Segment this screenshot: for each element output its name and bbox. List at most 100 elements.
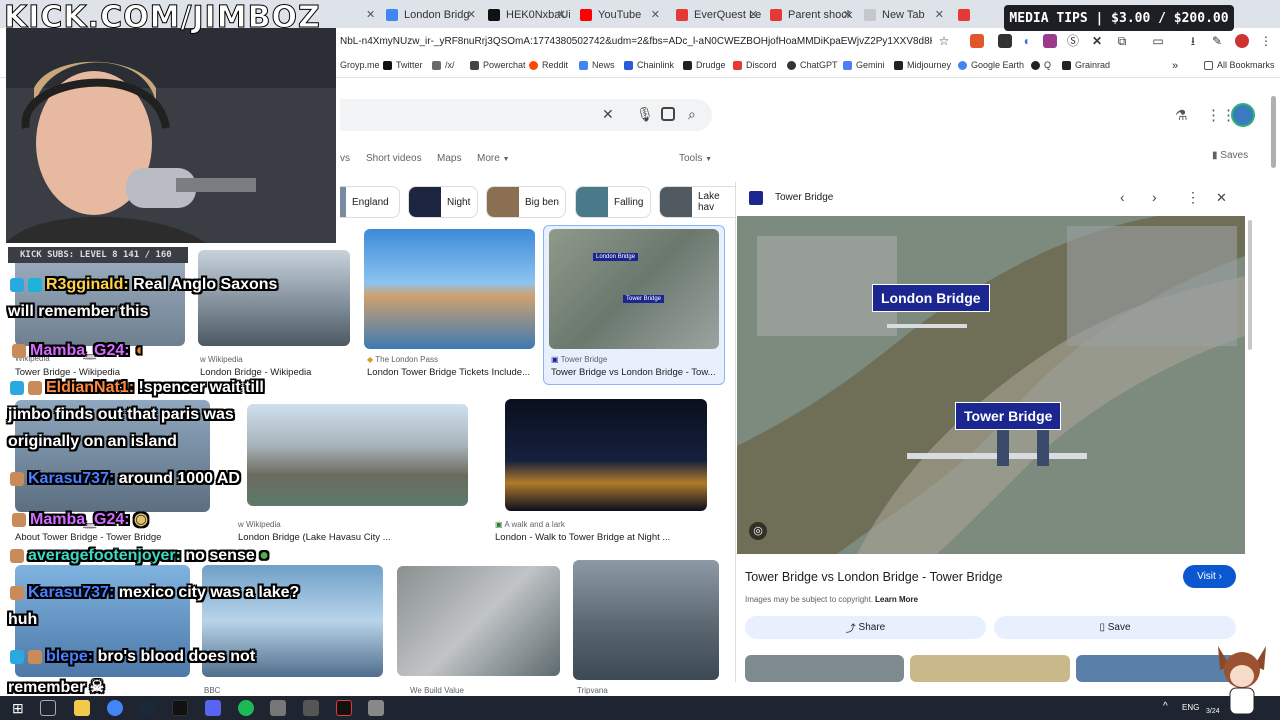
save-button[interactable]: ▯ Save <box>994 616 1236 639</box>
tab-youtube[interactable]: YouTube ✕ <box>574 4 664 26</box>
bookmark-twitter[interactable]: Twitter <box>383 60 423 70</box>
extension-icon[interactable]: Ⓢ <box>1066 34 1080 48</box>
task-view-icon[interactable] <box>40 700 56 716</box>
search-icon[interactable]: ⌕ <box>688 106 696 123</box>
x-logo-icon[interactable]: ✕ <box>1090 34 1104 48</box>
learn-more-link[interactable]: Learn More <box>875 595 918 604</box>
edit-icon[interactable]: ✎ <box>1210 34 1224 48</box>
chevron-up-icon[interactable]: ^ <box>1163 701 1168 712</box>
app-icon[interactable] <box>368 700 384 716</box>
tab-maps[interactable]: Maps <box>437 153 461 164</box>
tab-parent-shock[interactable]: Parent shock ✕ <box>764 4 856 26</box>
star-icon[interactable]: ☆ <box>937 34 951 48</box>
bookmark-google-earth[interactable]: Google Earth <box>958 60 1024 70</box>
close-icon[interactable]: ✕ <box>366 8 375 21</box>
extension-icon[interactable] <box>998 34 1012 48</box>
lens-icon[interactable]: ◎ <box>749 522 767 540</box>
chip-night[interactable]: Night <box>408 186 478 218</box>
bookmark-midjourney[interactable]: Midjourney <box>894 60 951 70</box>
file-explorer-icon[interactable] <box>74 700 90 716</box>
download-icon[interactable]: ⭳ <box>1186 34 1200 48</box>
obs-icon[interactable] <box>172 700 188 716</box>
extension-icon[interactable] <box>1043 34 1057 48</box>
panel-scrollbar[interactable] <box>1248 220 1252 350</box>
close-icon[interactable]: ✕ <box>843 8 852 21</box>
bookmark-news[interactable]: News <box>579 60 615 70</box>
bookmark-gemini[interactable]: Gemini <box>843 60 885 70</box>
kebab-menu-icon[interactable]: ⋮ <box>1186 189 1200 206</box>
close-icon[interactable]: ✕ <box>557 8 566 21</box>
app-icon[interactable] <box>336 700 352 716</box>
result-title[interactable]: London - Walk to Tower Bridge at Night .… <box>495 532 710 543</box>
spotify-icon[interactable] <box>238 700 254 716</box>
tab-x[interactable]: HEK0NxbaUi ✕ <box>482 4 570 26</box>
result-title[interactable]: London Bridge - Wikipedia <box>200 367 350 378</box>
clear-icon[interactable]: ✕ <box>602 106 614 123</box>
chip-big-ben[interactable]: Big ben <box>486 186 566 218</box>
labs-icon[interactable]: ⚗ <box>1175 107 1188 124</box>
windows-start-icon[interactable]: ⊞ <box>12 700 28 716</box>
avatar[interactable] <box>1231 103 1255 127</box>
close-icon[interactable]: ✕ <box>1216 190 1227 206</box>
result-title[interactable]: London Bridge (Lake Havasu City ... <box>238 532 468 543</box>
close-icon[interactable]: ✕ <box>467 8 476 21</box>
panel-source[interactable]: Tower Bridge <box>775 192 833 203</box>
result-title[interactable]: Tower Bridge - Wikipedia <box>15 367 185 378</box>
bookmark-q[interactable]: Q <box>1031 60 1051 70</box>
all-bookmarks[interactable]: All Bookmarks <box>1204 60 1275 70</box>
tab-everquest[interactable]: EverQuest Le ✕ <box>670 4 762 26</box>
tab-short-videos[interactable]: Short videos <box>366 153 422 164</box>
result-image[interactable]: London Bridge Tower Bridge <box>549 229 719 349</box>
url-field[interactable]: NbL-n4XmyNUzw_ir-_yRF8nuRrj3QSOmA:177438… <box>340 36 932 47</box>
app-icon[interactable] <box>303 700 319 716</box>
close-icon[interactable]: ✕ <box>651 8 660 21</box>
result-image[interactable] <box>573 560 719 680</box>
bookmark-reddit[interactable]: Reddit <box>529 60 568 70</box>
result-image[interactable] <box>364 229 535 349</box>
tab-youtube-2[interactable] <box>952 4 992 26</box>
bookmark-powerchat[interactable]: Powerchat <box>470 60 526 70</box>
result-image[interactable] <box>198 250 350 346</box>
result-image[interactable] <box>15 250 185 346</box>
share-button[interactable]: ⤴ Share <box>745 616 986 639</box>
language-indicator[interactable]: ENG <box>1182 703 1199 712</box>
microphone-icon[interactable]: 🎙 <box>636 106 654 123</box>
result-title[interactable]: About Tower Bridge - Tower Bridge <box>15 532 210 543</box>
puzzle-icon[interactable]: ⧉ <box>1115 34 1129 48</box>
app-icon[interactable] <box>270 700 286 716</box>
tab-videos[interactable]: vs <box>340 153 350 164</box>
tab-london-bridge[interactable]: London Bridg ✕ <box>380 4 480 26</box>
bookmark-chatgpt[interactable]: ChatGPT <box>787 60 838 70</box>
chevron-left-icon[interactable]: ‹ <box>1120 189 1125 205</box>
result-image[interactable] <box>505 399 707 511</box>
chip-lake-havasu[interactable]: Lake hav <box>659 186 735 218</box>
search-input[interactable] <box>340 99 712 131</box>
chip-falling[interactable]: Falling <box>575 186 651 218</box>
chip-england[interactable]: England <box>340 186 400 218</box>
scrollbar[interactable] <box>1271 96 1276 168</box>
discord-icon[interactable] <box>205 700 221 716</box>
visit-button[interactable]: Visit › <box>1183 565 1236 588</box>
related-image[interactable] <box>910 655 1070 682</box>
bookmark-drudge[interactable]: Drudge <box>683 60 726 70</box>
bookmark-discord[interactable]: Discord <box>733 60 777 70</box>
sidepanel-icon[interactable]: ▭ <box>1151 34 1165 48</box>
tab-more[interactable]: More ▼ <box>477 153 510 164</box>
chevron-right-icon[interactable]: › <box>1152 189 1157 205</box>
result-image[interactable] <box>247 404 468 506</box>
bookmark-x-board[interactable]: /x/ <box>432 60 455 70</box>
tools-button[interactable]: Tools ▼ <box>679 153 712 164</box>
extension-icon[interactable]: ◖ <box>1019 34 1033 48</box>
saves-button[interactable]: ▮ Saves <box>1212 150 1248 161</box>
panel-title[interactable]: Tower Bridge vs London Bridge - Tower Br… <box>745 570 1003 584</box>
chrome-icon[interactable] <box>107 700 123 716</box>
result-title[interactable]: Tower Bridge vs London Bridge - Tow... <box>551 367 719 378</box>
steam-icon[interactable] <box>139 700 155 716</box>
close-icon[interactable]: ✕ <box>749 8 758 21</box>
chevron-right-icon[interactable]: » <box>1172 60 1178 72</box>
avatar[interactable] <box>1235 34 1249 48</box>
preview-image[interactable]: London Bridge Tower Bridge ◎ <box>737 216 1245 554</box>
result-title[interactable]: London Tower Bridge Tickets Include... <box>367 367 535 378</box>
tab-new-tab[interactable]: New Tab ✕ <box>858 4 948 26</box>
kebab-menu-icon[interactable]: ⋮ <box>1259 34 1273 48</box>
